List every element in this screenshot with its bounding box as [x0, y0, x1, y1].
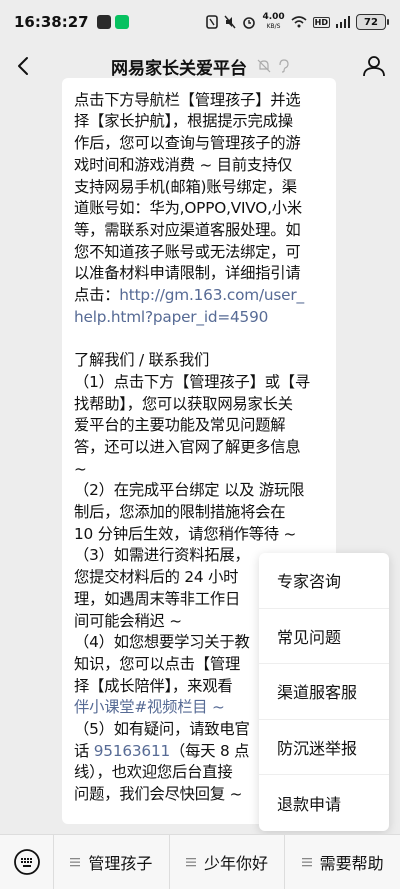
- message-line: [74, 78, 330, 90]
- tab-hello-youth[interactable]: 少年你好: [170, 834, 286, 889]
- bottom-menu-bar: 管理孩子 少年你好 需要帮助: [0, 834, 400, 889]
- message-line: 道账号如：华为,OPPO,VIVO,小米: [74, 199, 303, 218]
- video-section-link[interactable]: 伴小课堂#视频栏目 ~: [74, 698, 225, 716]
- net-speed-unit: KB/S: [266, 23, 281, 30]
- battery-level: 72: [364, 16, 378, 28]
- nfc-icon: [206, 15, 219, 29]
- profile-icon[interactable]: [362, 54, 386, 78]
- phone-link[interactable]: 95163611: [94, 742, 170, 760]
- keyboard-icon: [13, 849, 40, 875]
- tab-label: 管理孩子: [88, 854, 153, 873]
- mute-icon: [224, 15, 236, 29]
- tab-label: 少年你好: [204, 854, 269, 873]
- back-arrow-icon[interactable]: [12, 54, 36, 78]
- menu-lines-icon: [70, 858, 81, 867]
- message-line: 爱平台的主要功能及常见问题解: [74, 416, 286, 435]
- tab-label: 需要帮助: [319, 854, 384, 873]
- battery-icon: 72: [356, 14, 389, 30]
- message-line: 支持网易手机(邮箱)账号绑定，渠: [74, 177, 297, 196]
- status-indicators: 4.00 KB/S HD 72: [206, 13, 389, 31]
- tab-need-help[interactable]: 需要帮助: [285, 835, 400, 889]
- signal-icon: [336, 16, 350, 28]
- status-bar: 16:38:27 4.00 KB/S HD 72: [0, 0, 400, 44]
- message-line: 等，需联系对应渠道客服处理。如: [74, 220, 301, 239]
- phone-prefix: 话: [74, 741, 94, 760]
- mute-notifications-icon: [257, 59, 271, 73]
- message-line: 您不知道孩子账号或无法绑定，可: [74, 242, 301, 261]
- message-line: 以准备材料申请限制，详细指引请: [74, 264, 301, 283]
- message-line: 择【家长护航】，根据提示完成操: [74, 112, 293, 131]
- status-app-icons: [96, 15, 129, 29]
- alarm-icon: [243, 17, 256, 29]
- message-line: （1）点击下方【管理孩子】或【寻: [74, 372, 310, 391]
- net-speed: 4.00 KB/S: [262, 13, 284, 31]
- page-title: 网易家长关爱平台: [111, 58, 247, 79]
- message-line: 点击：http://gm.163.com/user_: [74, 285, 330, 307]
- link-prefix: 点击：: [74, 286, 120, 305]
- phone-suffix: （每天 8 点: [170, 741, 250, 760]
- menu-item-anti-addiction-report[interactable]: 防沉迷举报: [259, 720, 389, 776]
- wifi-icon: [291, 16, 307, 28]
- menu-item-faq[interactable]: 常见问题: [259, 609, 389, 665]
- menu-item-expert-consult[interactable]: 专家咨询: [259, 553, 389, 609]
- message-line: 作后，您可以查询与管理孩子的游: [74, 134, 301, 153]
- message-line: 10 分钟后生效，请您稍作等待 ~: [74, 524, 297, 543]
- menu-item-refund-request[interactable]: 退款申请: [259, 775, 389, 831]
- message-line: 戏时间和游戏消费 ~ 目前支持仅: [74, 155, 293, 174]
- message-line: （2）在完成平台绑定 以及 游玩限: [74, 481, 305, 500]
- notification-app-icon: [96, 15, 111, 29]
- wechat-app-icon: [114, 15, 129, 29]
- status-time: 16:38:27: [14, 13, 89, 31]
- message-line: help.html?paper_id=4590: [74, 307, 330, 329]
- message-line: 点击下方导航栏【管理孩子】并选: [74, 90, 301, 109]
- message-line: 制后，您添加的限制措施将会在: [74, 503, 286, 522]
- message-line: 找帮助】，您可以获取网易家长关: [74, 394, 293, 413]
- help-link-continued[interactable]: help.html?paper_id=4590: [74, 308, 268, 326]
- message-line: 答，还可以进入官网了解更多信息: [74, 437, 301, 456]
- message-line: ~: [74, 459, 87, 478]
- help-link[interactable]: http://gm.163.com/user_: [119, 286, 304, 304]
- tab-manage-child[interactable]: 管理孩子: [54, 834, 170, 889]
- help-popup-menu: 专家咨询 常见问题 渠道服客服 防沉迷举报 退款申请: [259, 553, 389, 831]
- hd-badge: HD: [312, 16, 330, 28]
- menu-lines-icon: [301, 858, 312, 867]
- ear-icon: [279, 59, 289, 73]
- section-title: 了解我们 / 联系我们: [74, 351, 210, 370]
- title-status-icons: [257, 59, 289, 73]
- net-speed-value: 4.00: [262, 12, 285, 22]
- menu-lines-icon: [186, 858, 196, 867]
- menu-item-channel-service[interactable]: 渠道服客服: [259, 664, 389, 720]
- keyboard-toggle-button[interactable]: [0, 834, 54, 889]
